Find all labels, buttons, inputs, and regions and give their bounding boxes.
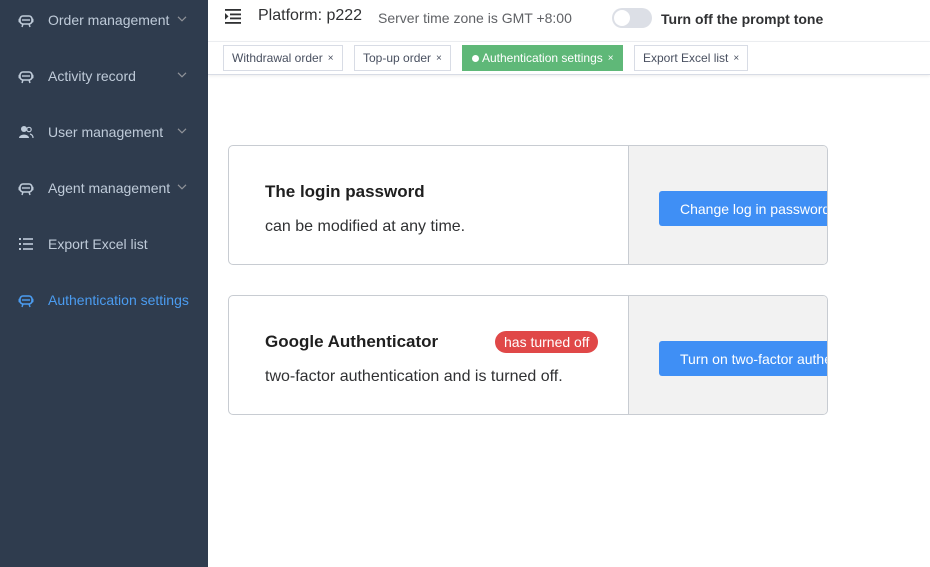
tag-withdrawal-order[interactable]: Withdrawal order × xyxy=(223,45,343,71)
prompt-tone-label: Turn off the prompt tone xyxy=(661,11,824,27)
tag-label: Export Excel list xyxy=(643,51,729,65)
sidebar-item-label: Activity record xyxy=(48,68,136,84)
change-password-button[interactable]: Change log in password xyxy=(659,191,827,226)
login-password-card: The login password can be modified at an… xyxy=(228,145,828,265)
sidebar-item-activity-record[interactable]: Activity record xyxy=(0,48,208,104)
card-title: The login password xyxy=(265,182,425,201)
tag-label: Top-up order xyxy=(363,51,432,65)
close-icon[interactable]: × xyxy=(328,53,334,64)
robot-icon xyxy=(18,292,34,308)
close-icon[interactable]: × xyxy=(608,53,614,64)
close-icon[interactable]: × xyxy=(436,53,442,64)
sidebar-item-label: Authentication settings xyxy=(48,292,189,308)
top-header: Platform: p222 Server time zone is GMT +… xyxy=(208,0,930,42)
card-title: Google Authenticator xyxy=(265,332,439,351)
robot-icon xyxy=(18,68,34,84)
chevron-down-icon xyxy=(176,125,188,137)
sidebar-item-export-excel-list[interactable]: Export Excel list xyxy=(0,216,208,272)
enable-two-factor-button[interactable]: Turn on two-factor authentication xyxy=(659,341,827,376)
sidebar-item-label: Agent management xyxy=(48,180,171,196)
prompt-tone-toggle[interactable] xyxy=(612,8,652,28)
active-dot-icon xyxy=(472,54,479,62)
card-action-panel: Turn on two-factor authentication xyxy=(628,296,827,414)
robot-icon xyxy=(18,180,34,196)
tag-export-excel-list[interactable]: Export Excel list × xyxy=(634,45,749,71)
card-description: two-factor authentication and is turned … xyxy=(265,368,563,385)
tags-view-bar: Withdrawal order × Top-up order × Authen… xyxy=(208,42,930,75)
tag-authentication-settings[interactable]: Authentication settings × xyxy=(462,45,623,71)
platform-name: Platform: p222 xyxy=(258,7,363,24)
status-badge: has turned off xyxy=(495,331,599,353)
sidebar-item-label: Export Excel list xyxy=(48,236,148,252)
chevron-down-icon xyxy=(176,13,188,25)
chevron-down-icon xyxy=(176,69,188,81)
close-icon[interactable]: × xyxy=(733,53,739,64)
sidebar-item-label: User management xyxy=(48,124,164,140)
sidebar-item-agent-management[interactable]: Agent management xyxy=(0,160,208,216)
card-action-panel: Change log in password xyxy=(628,146,827,264)
sidebar-item-order-management[interactable]: Order management xyxy=(0,0,208,48)
users-icon xyxy=(18,124,34,140)
card-description: can be modified at any time. xyxy=(265,218,466,235)
tag-label: Authentication settings xyxy=(482,51,603,65)
tag-label: Withdrawal order xyxy=(232,51,323,65)
sidebar-item-label: Order management xyxy=(48,12,170,28)
hamburger-menu-icon[interactable] xyxy=(225,8,243,24)
robot-icon xyxy=(18,12,34,28)
google-authenticator-card: Google Authenticator has turned off two-… xyxy=(228,295,828,415)
sidebar: Order management Activity record User ma… xyxy=(0,0,208,567)
sidebar-item-authentication-settings[interactable]: Authentication settings xyxy=(0,272,208,328)
list-icon xyxy=(18,236,34,252)
chevron-down-icon xyxy=(176,181,188,193)
tag-top-up-order[interactable]: Top-up order × xyxy=(354,45,451,71)
sidebar-item-user-management[interactable]: User management xyxy=(0,104,208,160)
toggle-knob xyxy=(614,10,630,26)
server-timezone: Server time zone is GMT +8:00 xyxy=(378,10,572,26)
